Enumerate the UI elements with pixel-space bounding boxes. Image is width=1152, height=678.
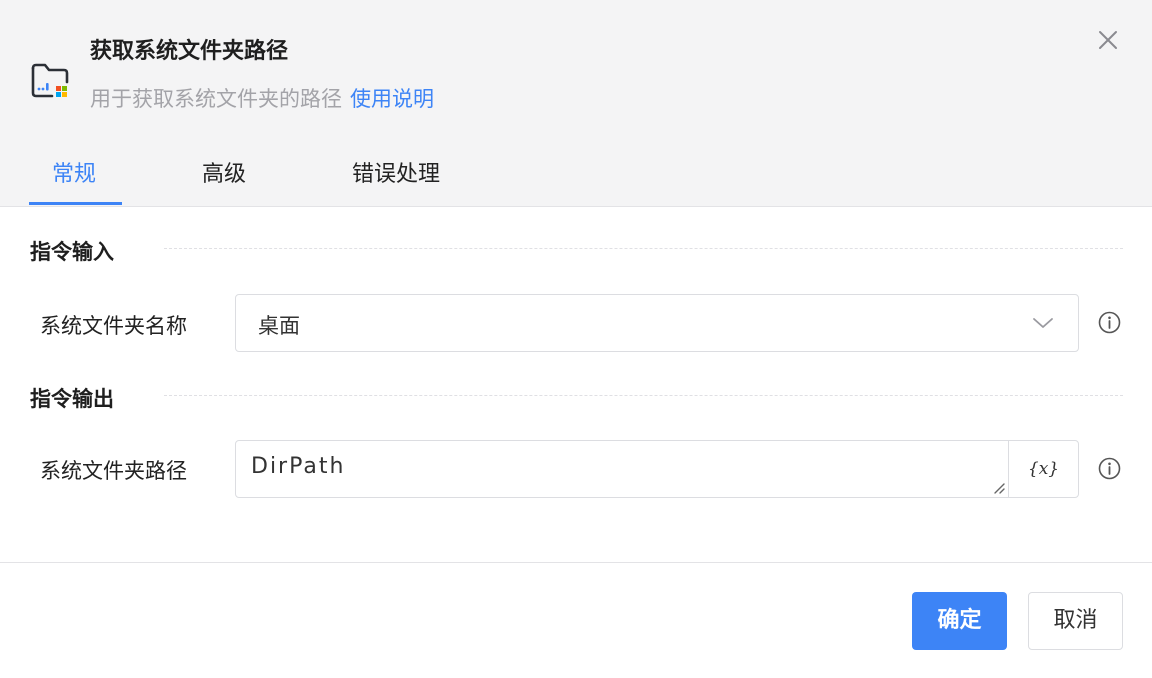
info-icon[interactable] xyxy=(1098,457,1121,480)
footer-divider xyxy=(0,562,1152,563)
info-icon[interactable] xyxy=(1098,311,1121,334)
folder-name-label: 系统文件夹名称 xyxy=(40,314,187,338)
cancel-button[interactable]: 取消 xyxy=(1028,592,1123,650)
tab-advanced[interactable]: 高级 xyxy=(202,156,246,188)
resize-handle-icon[interactable] xyxy=(992,481,1006,495)
tab-error-handling[interactable]: 错误处理 xyxy=(352,156,440,188)
folder-name-select[interactable]: 桌面 xyxy=(235,294,1079,352)
folder-path-label: 系统文件夹路径 xyxy=(40,459,187,483)
close-icon[interactable] xyxy=(1094,26,1122,54)
dialog-header: 获取系统文件夹路径 用于获取系统文件夹的路径 使用说明 常规 高级 错误处理 xyxy=(0,0,1152,207)
input-section-title: 指令输入 xyxy=(30,240,114,264)
folder-path-input[interactable]: DirPath xyxy=(235,440,1009,498)
chevron-down-icon xyxy=(1033,318,1053,328)
folder-windows-icon xyxy=(31,63,69,98)
folder-name-value: 桌面 xyxy=(258,314,300,338)
folder-path-value: DirPath xyxy=(251,454,346,479)
active-tab-indicator xyxy=(29,202,122,205)
help-link[interactable]: 使用说明 xyxy=(350,87,434,111)
section-divider xyxy=(164,395,1123,396)
tab-bar: 常规 高级 错误处理 xyxy=(0,150,1152,207)
dialog-description: 用于获取系统文件夹的路径 xyxy=(90,87,342,111)
output-section-title: 指令输出 xyxy=(30,387,114,411)
confirm-button[interactable]: 确定 xyxy=(912,592,1007,650)
dialog-title: 获取系统文件夹路径 xyxy=(90,39,289,64)
dialog-description-row: 用于获取系统文件夹的路径 使用说明 xyxy=(90,83,434,113)
insert-variable-button[interactable]: {x} xyxy=(1008,440,1079,498)
tab-general[interactable]: 常规 xyxy=(52,156,96,188)
section-divider xyxy=(164,248,1123,249)
